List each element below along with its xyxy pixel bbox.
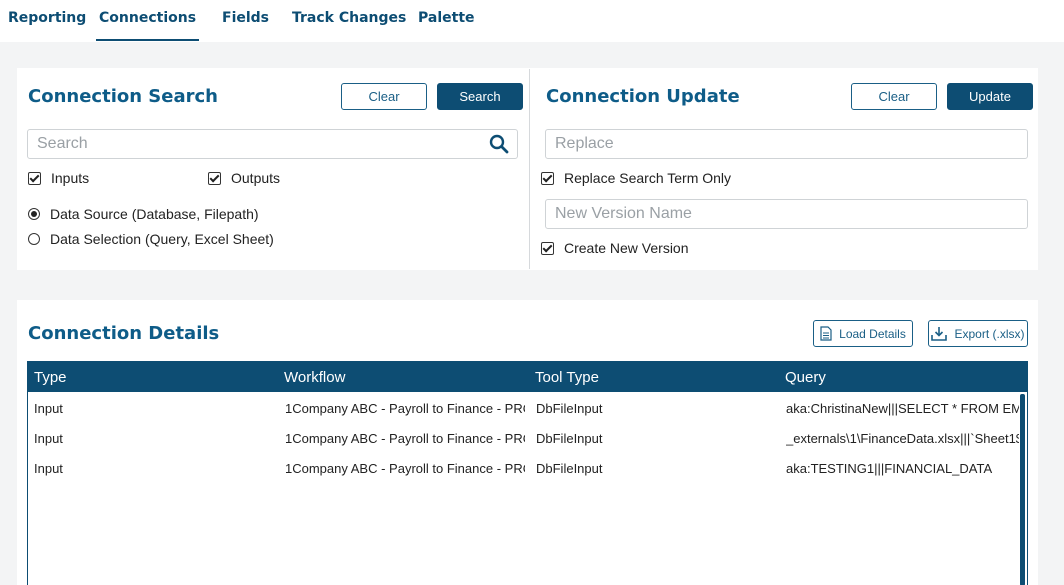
export-button[interactable]: Export (.xlsx) [928, 320, 1028, 347]
inputs-checkbox-row[interactable]: Inputs [28, 170, 89, 186]
replace-input[interactable]: Replace [545, 129, 1028, 159]
replace-placeholder: Replace [555, 135, 614, 152]
radio-data-source-label: Data Source (Database, Filepath) [50, 206, 259, 222]
radio-data-selection[interactable] [28, 233, 40, 245]
column-header-query[interactable]: Query [785, 369, 826, 386]
create-version-checkbox[interactable] [541, 241, 554, 255]
create-version-label: Create New Version [564, 240, 689, 256]
replace-term-only-row[interactable]: Replace Search Term Only [541, 170, 731, 186]
connection-search-title: Connection Search [28, 86, 218, 107]
document-icon [820, 326, 832, 341]
inputs-label: Inputs [51, 170, 90, 186]
top-tab-bar: Reporting Connections Fields Track Chang… [0, 0, 1064, 42]
create-version-row[interactable]: Create New Version [541, 240, 689, 256]
tab-fields[interactable]: Fields [222, 10, 269, 40]
radio-data-selection-label: Data Selection (Query, Excel Sheet) [50, 231, 274, 247]
cell-query: aka:ChristinaNew|||SELECT * FROM EMP [786, 401, 1019, 416]
update-clear-button[interactable]: Clear [851, 83, 937, 110]
search-button[interactable]: Search [437, 83, 523, 110]
connection-details-title: Connection Details [28, 323, 220, 344]
column-header-type[interactable]: Type [34, 369, 67, 386]
tab-palette[interactable]: Palette [418, 10, 475, 40]
version-name-input[interactable]: New Version Name [545, 199, 1028, 229]
search-placeholder: Search [37, 135, 88, 152]
cell-type: Input [34, 401, 63, 416]
cell-query: _externals\1\FinanceData.xlsx|||`Sheet1$… [786, 431, 1019, 446]
connection-details-table: Type Workflow Tool Type Query Input 1Com… [27, 361, 1028, 585]
tab-track-changes[interactable]: Track Changes [292, 10, 406, 40]
cell-type: Input [34, 431, 63, 446]
update-button[interactable]: Update [947, 83, 1033, 110]
replace-term-only-checkbox[interactable] [541, 171, 554, 185]
load-details-button[interactable]: Load Details [813, 320, 913, 347]
table-row[interactable]: Input 1Company ABC - Payroll to Finance … [28, 453, 1018, 483]
tab-reporting[interactable]: Reporting [8, 10, 86, 40]
column-header-tool-type[interactable]: Tool Type [535, 369, 599, 386]
cell-tool-type: DbFileInput [536, 461, 603, 476]
panel-divider [529, 69, 530, 269]
search-clear-button[interactable]: Clear [341, 83, 427, 110]
cell-type: Input [34, 461, 63, 476]
tab-connections[interactable]: Connections [96, 10, 200, 41]
version-name-placeholder: New Version Name [555, 205, 692, 222]
radio-data-selection-row[interactable]: Data Selection (Query, Excel Sheet) [28, 231, 274, 247]
cell-query: aka:TESTING1|||FINANCIAL_DATA [786, 461, 993, 476]
table-row[interactable]: Input 1Company ABC - Payroll to Finance … [28, 393, 1019, 423]
radio-data-source[interactable] [28, 208, 40, 220]
column-header-workflow[interactable]: Workflow [284, 369, 345, 386]
table-header: Type Workflow Tool Type Query [28, 362, 1027, 392]
cell-workflow: 1Company ABC - Payroll to Finance - PRO [285, 461, 525, 476]
download-icon [931, 326, 948, 341]
replace-term-only-label: Replace Search Term Only [564, 170, 732, 186]
inputs-checkbox[interactable] [28, 171, 41, 185]
outputs-checkbox[interactable] [208, 171, 221, 185]
outputs-checkbox-row[interactable]: Outputs [208, 170, 280, 186]
outputs-label: Outputs [231, 170, 281, 186]
cell-tool-type: DbFileInput [536, 431, 603, 446]
search-input[interactable]: Search [27, 129, 518, 159]
table-scrollbar[interactable] [1020, 394, 1025, 585]
export-label: Export (.xlsx) [954, 326, 1025, 341]
load-details-label: Load Details [839, 326, 906, 341]
cell-workflow: 1Company ABC - Payroll to Finance - PRO [285, 401, 525, 416]
search-icon[interactable] [489, 134, 509, 158]
table-row[interactable]: Input 1Company ABC - Payroll to Finance … [28, 423, 1019, 453]
cell-workflow: 1Company ABC - Payroll to Finance - PRO [285, 431, 525, 446]
connection-update-title: Connection Update [546, 86, 740, 107]
cell-tool-type: DbFileInput [536, 401, 603, 416]
radio-data-source-row[interactable]: Data Source (Database, Filepath) [28, 206, 259, 222]
